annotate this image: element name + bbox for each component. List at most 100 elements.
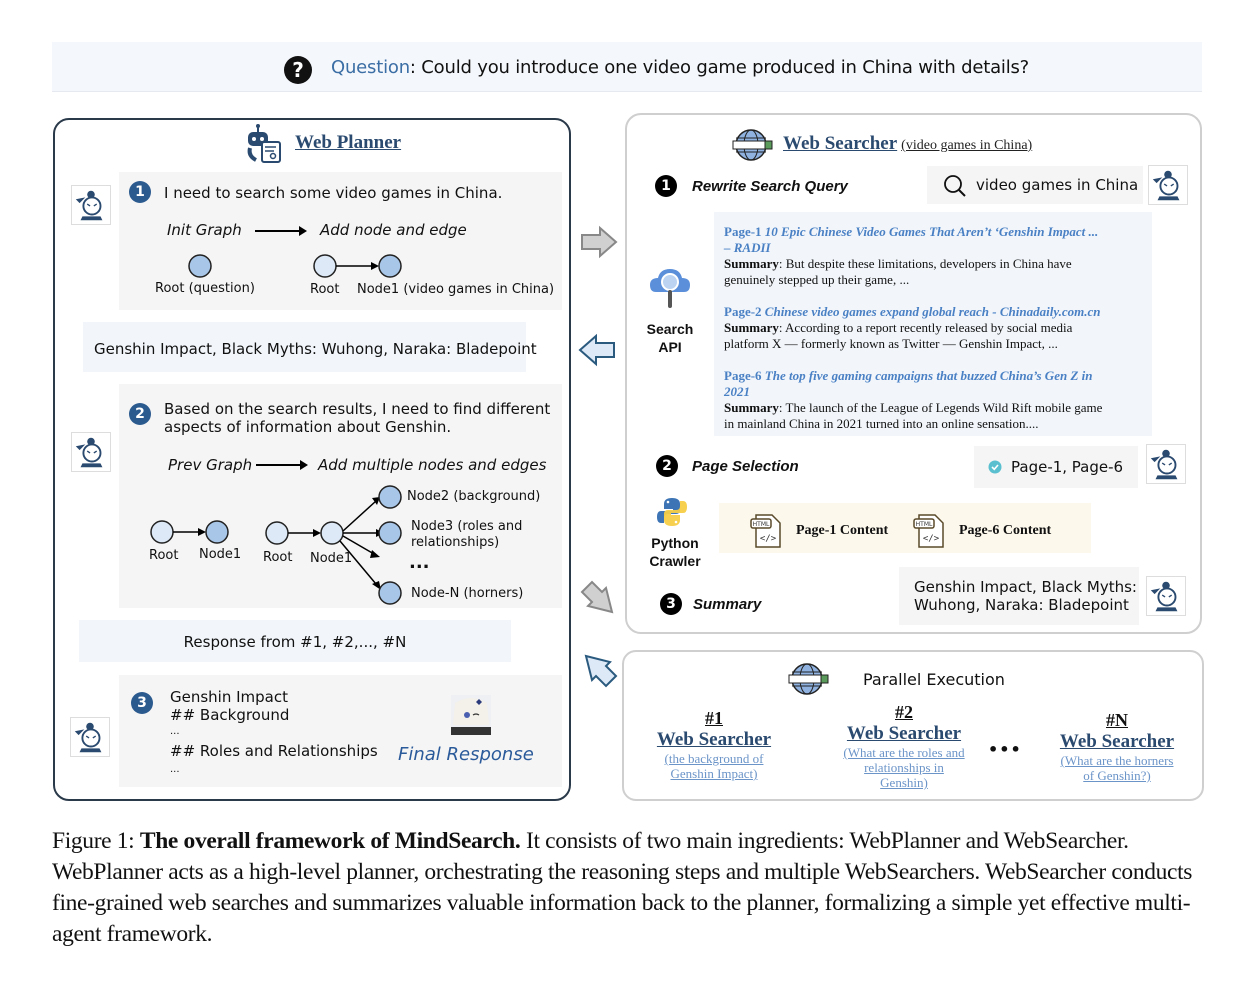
- caption-bold: The overall framework of MindSearch.: [139, 828, 521, 854]
- character-avatar-image: [451, 695, 491, 735]
- mindsearch-avatar-icon: [1150, 449, 1178, 480]
- node-label: Node1 (video games in China): [357, 282, 555, 297]
- question-body: : Could you introduce one video game pro…: [409, 57, 1030, 78]
- searcher-number: #2: [895, 702, 913, 722]
- check-circle-icon: [988, 460, 1002, 474]
- searcher-number: #N: [1106, 710, 1128, 730]
- step-number-badge: 1: [655, 175, 677, 197]
- searcher-name[interactable]: Web Searcher: [822, 723, 986, 745]
- result-title[interactable]: Page-1 10 Epic Chinese Video Games That …: [724, 224, 1148, 240]
- result-title[interactable]: Page-6 The top five gaming campaigns tha…: [724, 368, 1148, 384]
- step-number-badge: 2: [656, 455, 678, 477]
- globe-search-icon: [788, 663, 829, 695]
- parallel-searcher-n[interactable]: #N Web Searcher (What are the horners of…: [1044, 710, 1190, 783]
- graph-node-node1: [378, 254, 402, 278]
- node-label: Node-N (horners): [411, 586, 524, 601]
- add-multiple-label: Add multiple nodes and edges: [318, 456, 547, 474]
- searcher-subquery[interactable]: (What are the roles and: [822, 745, 986, 760]
- summary-label: Summary: [693, 596, 762, 613]
- mindsearch-avatar-icon: [74, 722, 102, 753]
- mindsearch-avatar-icon: [75, 190, 103, 221]
- graph-step1: [188, 254, 402, 278]
- init-graph-label: Init Graph: [167, 221, 242, 239]
- search-result-item[interactable]: Page-1 10 Epic Chinese Video Games That …: [724, 224, 1148, 288]
- search-api-label: Search: [646, 321, 694, 337]
- avatar: [1146, 576, 1186, 616]
- graph-edge-arrowhead: [198, 528, 206, 536]
- graph-node-nodeN: [378, 581, 402, 605]
- prev-graph-label: Prev Graph: [168, 456, 253, 474]
- arrow-down-right-icon: [580, 580, 614, 614]
- searcher-name[interactable]: Web Searcher: [640, 729, 788, 751]
- searcher-name[interactable]: Web Searcher: [1044, 731, 1190, 753]
- mindsearch-avatar-icon: [75, 437, 103, 468]
- python-crawler-label: Crawler: [649, 553, 701, 569]
- graph-node-node2: [378, 485, 402, 509]
- result-summary: Summary: The launch of the League of Leg…: [724, 400, 1103, 415]
- step1-text: I need to search some video games in Chi…: [164, 184, 503, 202]
- question-label: Question: [331, 57, 410, 78]
- step2-text-line1: Based on the search results, I need to f…: [164, 400, 551, 418]
- searcher-subquery[interactable]: Genshin): [822, 775, 986, 790]
- svg-text:</>: </>: [760, 534, 777, 544]
- searcher-number: #1: [705, 708, 723, 728]
- step-number-badge: 3: [660, 593, 682, 615]
- node-label: Node1: [199, 547, 242, 562]
- graph-node-root: [265, 521, 289, 545]
- result-summary-cont: genuinely stepped up their game, ...: [724, 272, 910, 287]
- result-summary-cont: platform X — formerly known as Twitter —…: [724, 336, 1058, 351]
- svg-text:</>: </>: [923, 534, 940, 544]
- node-label: Root: [149, 548, 179, 563]
- final-line: ## Roles and Relationships: [170, 742, 378, 760]
- node-label: Node2 (background): [407, 489, 541, 504]
- searcher-subquery[interactable]: relationships in: [822, 760, 986, 775]
- arrow-up-left-icon: [584, 654, 618, 688]
- question-circle-icon: ?: [284, 56, 312, 84]
- web-searcher-title: Web Searcher (video games in China): [783, 133, 1032, 155]
- searcher-subquery[interactable]: (What are the horners: [1044, 753, 1190, 768]
- searcher-subquery[interactable]: of Genshin?): [1044, 768, 1190, 783]
- avatar: [1146, 444, 1186, 484]
- web-searcher-subtitle: (video games in China): [901, 138, 1033, 153]
- step-number-badge: 2: [129, 403, 151, 425]
- selected-pages-text: Page-1, Page-6: [1011, 458, 1124, 476]
- node-label: relationships): [411, 535, 500, 550]
- parallel-searcher-1[interactable]: #1 Web Searcher (the background of Gensh…: [640, 708, 788, 781]
- search-result-item[interactable]: Page-6 The top five gaming campaigns tha…: [724, 368, 1148, 432]
- final-response-label: Final Response: [398, 744, 534, 765]
- graph-edge: [342, 500, 377, 532]
- search-result-text: Genshin Impact, Black Myths: Wuhong, Nar…: [94, 340, 537, 358]
- step2-text-line2: aspects of information about Genshin.: [164, 418, 452, 436]
- result-title-cont: – RADII: [724, 240, 771, 255]
- arrow-right-icon: [581, 225, 618, 259]
- node-label: Root (question): [155, 281, 255, 296]
- node-label: Root: [310, 282, 340, 297]
- final-line: ...: [170, 726, 180, 737]
- response-text: Response from #1, #2,..., #N: [183, 633, 407, 651]
- search-icon: [944, 175, 966, 197]
- search-api-cloud-icon: [650, 269, 690, 308]
- node-label: Root: [263, 550, 293, 565]
- graph-node-node1: [205, 520, 229, 544]
- step-number-badge: 1: [129, 181, 151, 203]
- html-file-icon: HTML </>: [750, 514, 781, 548]
- crawled-page-label: Page-6 Content: [959, 523, 1052, 538]
- graph-node-node3: [378, 521, 402, 545]
- graph-step2-children: [378, 485, 402, 605]
- searcher-subquery[interactable]: (the background of: [640, 751, 788, 766]
- graph-step2: [150, 497, 384, 590]
- graph-node-root: [313, 254, 337, 278]
- parallel-searcher-2[interactable]: #2 Web Searcher (What are the roles and …: [822, 702, 986, 790]
- result-title[interactable]: Page-2 Chinese video games expand global…: [724, 304, 1148, 320]
- mindsearch-avatar-icon: [1150, 581, 1178, 612]
- graph-node-root-question: [188, 254, 212, 278]
- question-text: Question: Could you introduce one video …: [331, 57, 1029, 78]
- globe-search-icon: [732, 129, 773, 161]
- final-line: ## Background: [170, 706, 290, 724]
- search-result-item[interactable]: Page-2 Chinese video games expand global…: [724, 304, 1148, 352]
- rewrite-query-label: Rewrite Search Query: [692, 178, 848, 195]
- searcher-subquery[interactable]: Genshin Impact): [640, 766, 788, 781]
- figure-caption: Figure 1: The overall framework of MindS…: [52, 826, 1208, 950]
- search-api-label: API: [658, 339, 682, 355]
- avatar: [71, 185, 111, 225]
